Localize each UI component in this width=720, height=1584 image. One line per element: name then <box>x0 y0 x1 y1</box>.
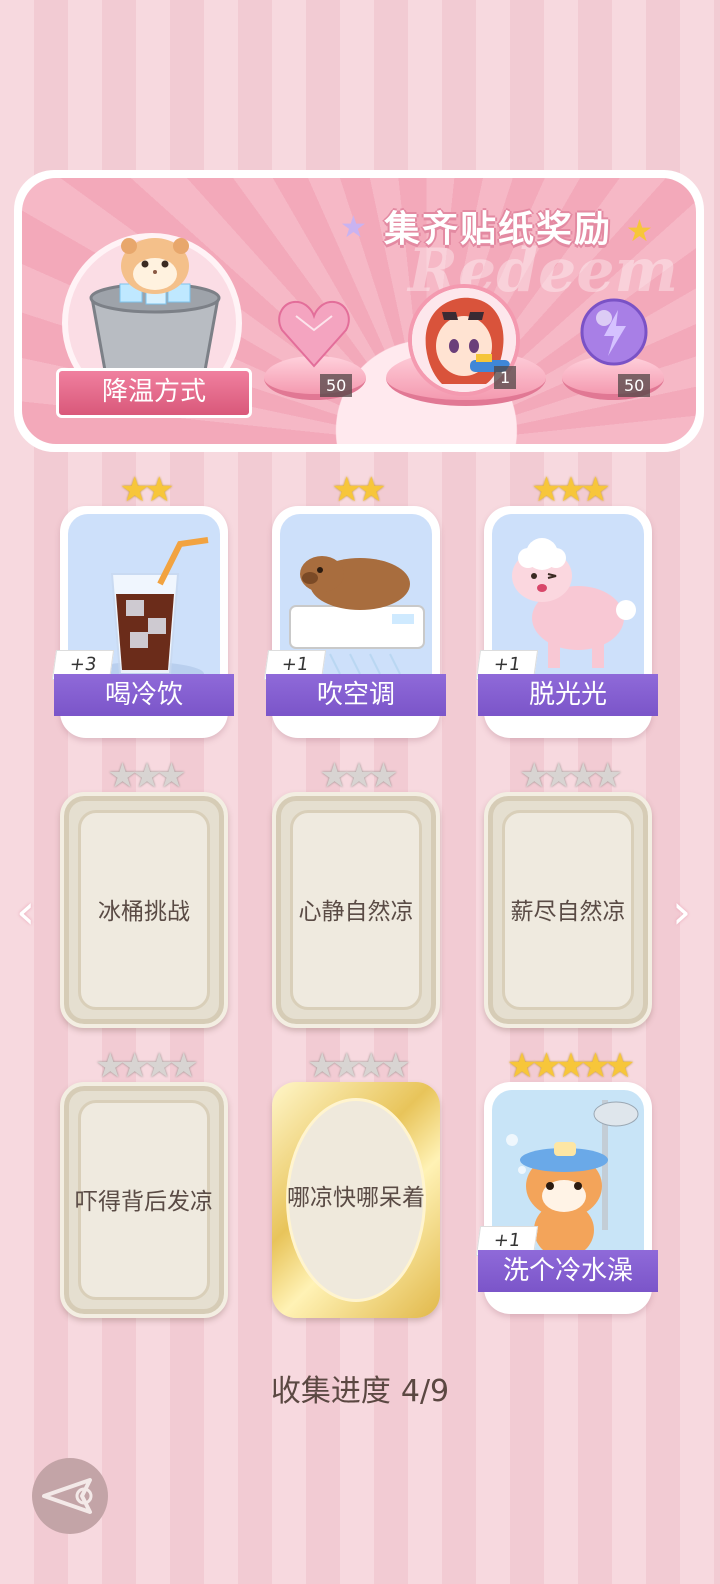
reward-banner-background: Redeem ★ ★ 集齐贴纸奖励 降温方式 50 1 50 <box>22 178 696 444</box>
reward-count: 50 <box>618 374 651 397</box>
sticker-card-locked[interactable]: 哪凉快哪呆着 ★★★★ <box>272 1046 440 1318</box>
reward-count: 1 <box>494 366 517 389</box>
pink-heart-gem-icon[interactable] <box>276 296 352 372</box>
card-name: 洗个冷水澡 <box>478 1250 658 1292</box>
sticker-card-locked[interactable]: 心静自然凉 ★★★ <box>272 756 440 1028</box>
sticker-card-locked[interactable]: 薪尽自然凉 ★★★★ <box>484 756 652 1028</box>
purple-lightning-orb-icon[interactable] <box>578 296 650 368</box>
star-rating: ★★★★ <box>307 1046 411 1086</box>
sticker-card[interactable]: ★★★★★ +1 洗个冷水澡 <box>475 1046 658 1314</box>
card-name: 薪尽自然凉 <box>510 899 626 925</box>
sticker-card[interactable]: ★★ +3 喝冷饮 <box>51 470 234 738</box>
card-name: 冰桶挑战 <box>98 899 190 925</box>
star-icon: ★ <box>626 214 653 249</box>
locked-card-frame: 心静自然凉 <box>272 792 440 1028</box>
progress-value: 4/9 <box>400 1374 450 1409</box>
next-page-arrow[interactable]: › <box>672 884 691 940</box>
banner-title: 集齐贴纸奖励 <box>384 209 613 250</box>
hamster-ice-bucket-icon <box>89 238 221 378</box>
locked-card-frame: 吓得背后发凉 <box>60 1082 228 1318</box>
featured-label: 降温方式 <box>56 368 252 418</box>
sticker-card[interactable]: ★★★ +1 脱光光 <box>475 470 658 738</box>
sticker-card-locked[interactable]: 冰桶挑战 ★★★ <box>60 756 228 1028</box>
star-rating: ★★★ <box>107 756 186 796</box>
card-name: 吹空调 <box>266 674 446 716</box>
card-name: 喝冷饮 <box>54 674 234 716</box>
card-name: 哪凉快哪呆着 <box>287 1185 425 1211</box>
locked-card-frame: 冰桶挑战 <box>60 792 228 1028</box>
card-name: 脱光光 <box>478 674 658 716</box>
locked-card-frame: 薪尽自然凉 <box>484 792 652 1028</box>
star-rating: ★★★ <box>531 470 610 510</box>
gold-locked-card-frame: 哪凉快哪呆着 <box>272 1082 440 1318</box>
star-rating: ★★★★ <box>95 1046 199 1086</box>
collection-progress: 收集进度 4/9 <box>0 1366 720 1410</box>
progress-label: 收集进度 <box>270 1374 391 1409</box>
star-rating: ★★★ <box>319 756 398 796</box>
star-rating: ★★ <box>119 470 175 510</box>
star-rating: ★★ <box>331 470 387 510</box>
reward-banner: Redeem ★ ★ 集齐贴纸奖励 降温方式 50 1 50 <box>14 170 704 452</box>
reward-count: 50 <box>320 374 353 397</box>
sticker-card-locked[interactable]: 吓得背后发凉 ★★★★ <box>60 1046 228 1318</box>
back-arrow-icon <box>42 1478 93 1514</box>
sticker-card[interactable]: ★★ +1 吹空调 <box>263 470 446 738</box>
star-rating: ★★★★ <box>519 756 623 796</box>
star-rating: ★★★★★ <box>506 1046 635 1086</box>
prev-page-arrow[interactable]: ‹ <box>16 884 35 940</box>
star-icon: ★ <box>340 210 367 245</box>
card-name: 吓得背后发凉 <box>75 1189 213 1215</box>
card-name: 心静自然凉 <box>298 899 414 925</box>
back-button[interactable] <box>32 1458 108 1534</box>
